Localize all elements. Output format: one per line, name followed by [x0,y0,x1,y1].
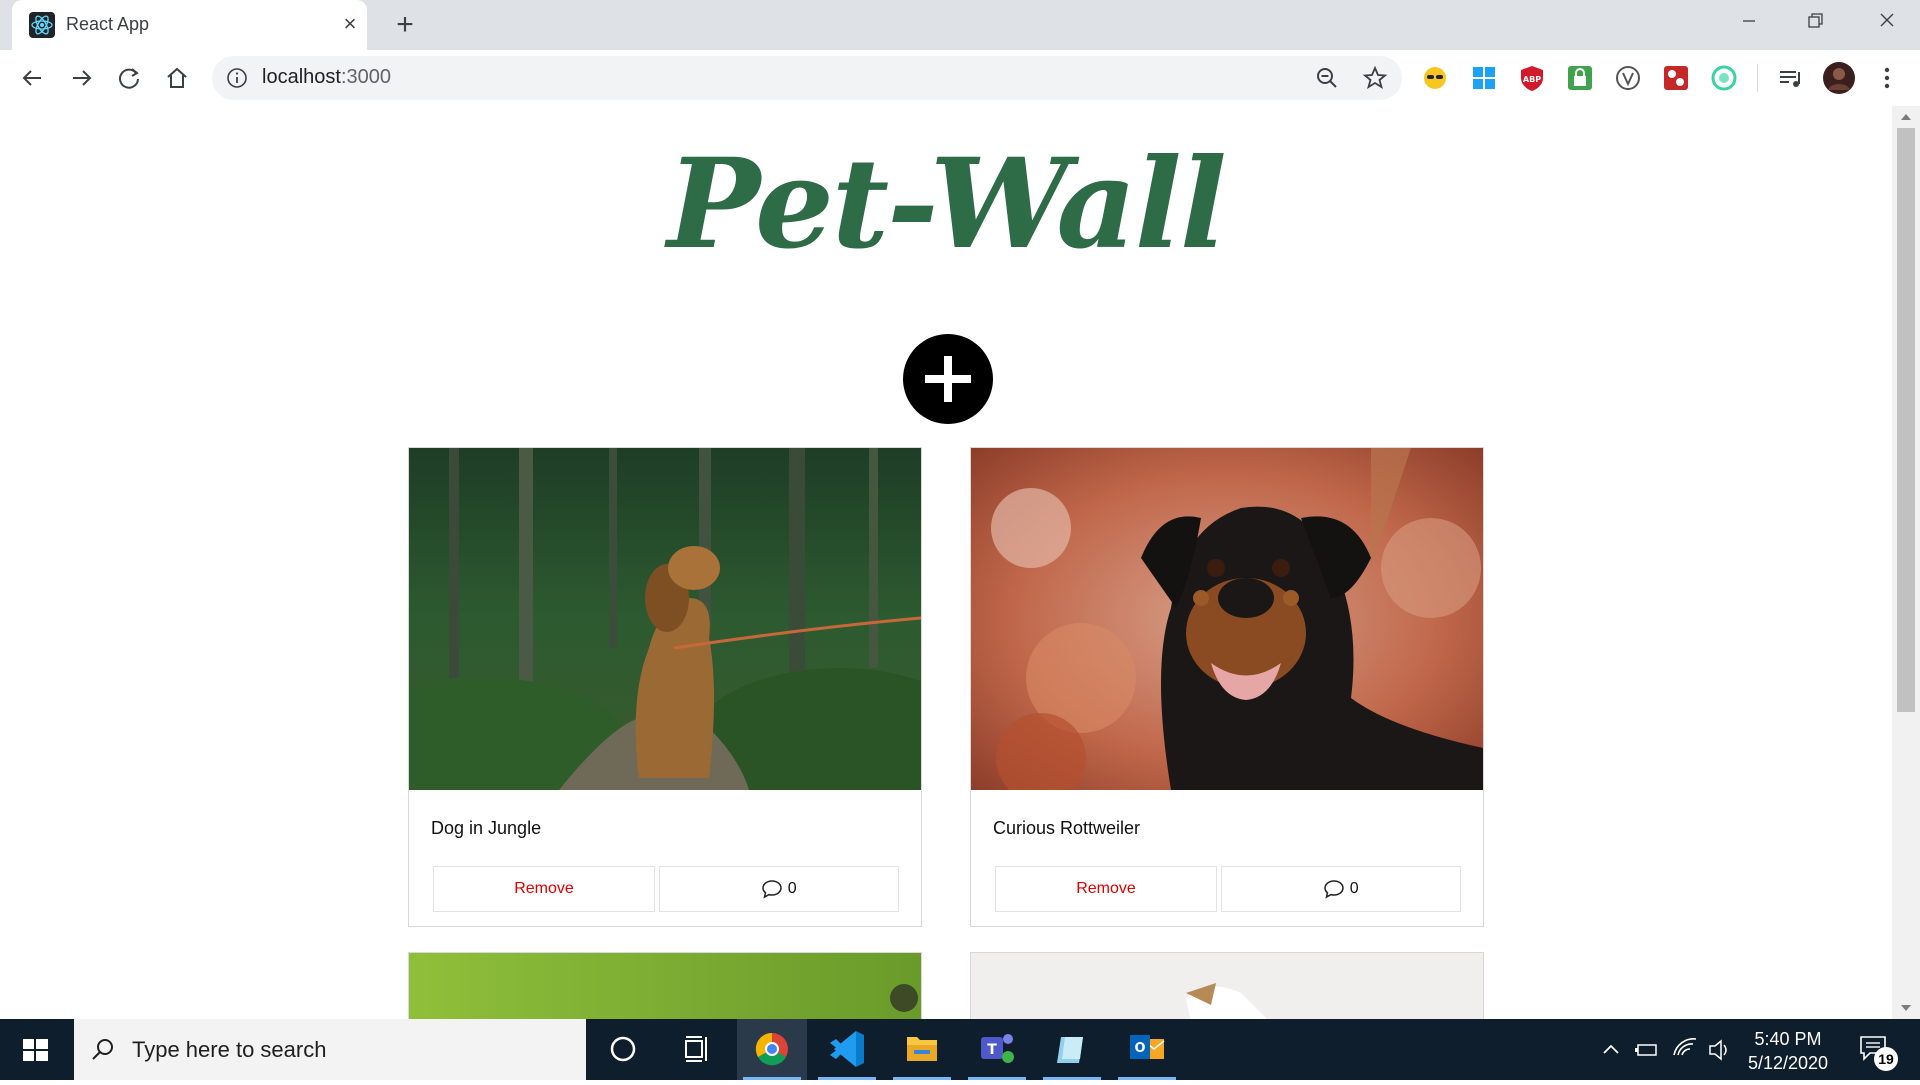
close-window-button[interactable] [1854,0,1920,46]
clock-time: 5:40 PM [1754,1029,1822,1049]
wifi-icon[interactable] [1668,1019,1702,1080]
url-port: :3000 [340,66,391,88]
taskbar-search-box[interactable]: Type here to search [74,1019,586,1080]
dog-in-jungle-photo [409,448,921,790]
taskbar-teams[interactable]: T [962,1019,1032,1080]
blue-notebook-icon [1057,1037,1083,1063]
back-arrow-icon[interactable] [16,61,50,95]
comment-button[interactable]: 0 [1221,866,1461,912]
windows-taskbar: Type here to search T O 5:40 PM 5/12/202 [0,1019,1920,1080]
pet-photo [971,953,1483,1019]
task-view-icon[interactable] [662,1019,732,1080]
taskbar-app[interactable] [1037,1019,1107,1080]
page-viewport: Pet-Wall Dog in Jungle Remove 0 Curious … [0,106,1892,1019]
zoom-out-icon[interactable] [1315,66,1339,90]
tab-strip: React App × + [0,0,1920,50]
taskbar-outlook[interactable]: O [1112,1019,1182,1080]
clock-date: 5/12/2020 [1747,1053,1829,1073]
cortana-icon[interactable] [588,1019,658,1080]
search-icon [92,1039,113,1060]
glasses-extension-icon[interactable] [1421,64,1449,92]
battery-network-icon[interactable] [1630,1019,1664,1080]
new-tab-button[interactable]: + [390,10,420,40]
show-hidden-icons-chevron-icon[interactable] [1596,1019,1626,1080]
tab-title: React App [66,14,150,34]
profile-avatar[interactable] [1822,61,1856,95]
lock-extension-icon[interactable] [1566,64,1594,92]
toolbar-divider [1757,64,1758,92]
v-extension-icon[interactable] [1614,64,1642,92]
scroll-up-arrow-icon[interactable] [1898,110,1914,124]
notification-count-badge: 19 [1874,1047,1898,1071]
reload-icon[interactable] [112,61,146,95]
card-title: Dog in Jungle [431,818,542,838]
comment-bubble-icon [1324,880,1345,899]
taskbar-file-explorer[interactable] [887,1019,957,1080]
add-post-button[interactable] [903,334,993,424]
pet-card [970,952,1484,1019]
svg-text:ABP: ABP [1523,75,1541,84]
windows-extension-icon[interactable] [1470,64,1498,92]
outlook-icon: O [1130,1035,1165,1059]
teams-icon: T [981,1034,1014,1063]
remove-button[interactable]: Remove [433,866,655,912]
bookmark-star-icon[interactable] [1362,65,1388,91]
browser-tab[interactable]: React App × [12,0,367,50]
folder-icon [907,1037,937,1061]
tab-close-icon[interactable]: × [338,12,362,36]
puzzle-extension-icon[interactable] [1662,64,1690,92]
svg-text:O: O [1134,1041,1145,1056]
comment-button[interactable]: 0 [659,866,899,912]
remove-button[interactable]: Remove [995,866,1217,912]
scroll-down-arrow-icon[interactable] [1898,1001,1914,1015]
curious-rottweiler-photo [971,448,1483,790]
page-title: Pet-Wall [667,132,1227,277]
action-center-button[interactable]: 19 [1854,1031,1898,1071]
circle-extension-icon[interactable] [1710,64,1738,92]
taskbar-vscode[interactable] [812,1019,882,1080]
site-info-icon[interactable] [226,67,248,89]
comment-bubble-icon [762,880,783,899]
url-text[interactable]: localhost:3000 [262,66,391,89]
media-queue-icon[interactable] [1776,64,1804,92]
taskbar-chrome[interactable] [737,1019,807,1080]
forward-arrow-icon[interactable] [64,61,98,95]
windows-start-icon[interactable] [0,1019,72,1080]
pet-card: Dog in Jungle Remove 0 [408,447,922,927]
url-host: localhost [262,66,341,88]
taskbar-clock[interactable]: 5:40 PM 5/12/2020 [1728,1027,1848,1075]
plus-icon [925,356,971,402]
comment-count: 0 [787,880,797,897]
home-icon[interactable] [160,61,194,95]
card-title: Curious Rottweiler [993,818,1141,838]
svg-text:T: T [987,1042,997,1058]
adblock-extension-icon[interactable]: ABP [1518,64,1546,92]
more-menu-icon[interactable] [1874,64,1900,92]
search-placeholder: Type here to search [132,1037,327,1062]
react-logo-icon [29,12,55,38]
vscode-icon [830,1031,864,1067]
chrome-icon [755,1032,788,1066]
pet-photo [409,953,921,1019]
restore-button[interactable] [1782,0,1848,46]
minimize-button[interactable] [1716,0,1782,46]
scrollbar-thumb[interactable] [1897,128,1915,712]
pet-card [408,952,922,1019]
comment-count: 0 [1349,880,1359,897]
pet-card: Curious Rottweiler Remove 0 [970,447,1484,927]
